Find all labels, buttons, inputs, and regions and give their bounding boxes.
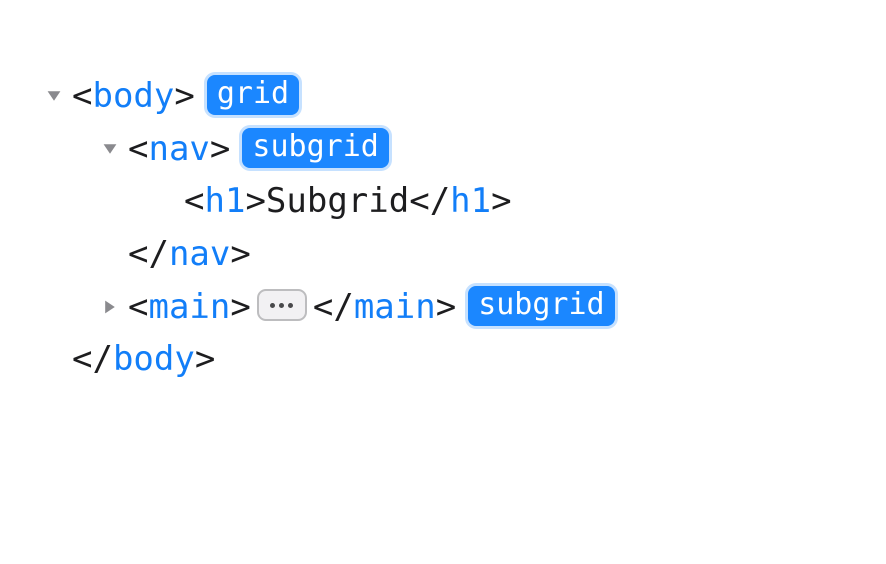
angle-bracket: </ [72, 333, 113, 386]
angle-bracket: > [245, 175, 265, 228]
tree-row-nav-open[interactable]: <nav> subgrid [42, 123, 886, 176]
layout-badge-subgrid[interactable]: subgrid [468, 286, 614, 326]
angle-bracket: > [491, 175, 511, 228]
tag-name: main [354, 281, 436, 334]
disclosure-triangle-down-icon[interactable] [98, 141, 122, 157]
angle-bracket: </ [409, 175, 450, 228]
tag-name: h1 [204, 175, 245, 228]
dom-tree: <body> grid <nav> subgrid <h1>Subgrid</h… [0, 0, 886, 386]
angle-bracket: < [128, 123, 148, 176]
disclosure-triangle-down-icon[interactable] [42, 88, 66, 104]
layout-badge-grid[interactable]: grid [207, 75, 299, 115]
tree-row-body-close[interactable]: </body> [42, 333, 886, 386]
ellipsis-icon[interactable] [257, 289, 307, 321]
tree-row-h1[interactable]: <h1>Subgrid</h1> [42, 175, 886, 228]
tag-name: body [92, 70, 174, 123]
angle-bracket: > [174, 70, 194, 123]
angle-bracket: > [195, 333, 215, 386]
angle-bracket: < [72, 70, 92, 123]
tag-name: h1 [450, 175, 491, 228]
angle-bracket: > [210, 123, 230, 176]
tree-row-main[interactable]: <main> </main> subgrid [42, 281, 886, 334]
layout-badge-subgrid[interactable]: subgrid [242, 128, 388, 168]
tree-row-nav-close[interactable]: </nav> [42, 228, 886, 281]
angle-bracket: > [436, 281, 456, 334]
angle-bracket: > [230, 281, 250, 334]
tag-name: body [113, 333, 195, 386]
angle-bracket: < [128, 281, 148, 334]
tag-name: main [148, 281, 230, 334]
angle-bracket: > [230, 228, 250, 281]
tag-name: nav [169, 228, 230, 281]
angle-bracket: < [184, 175, 204, 228]
angle-bracket: </ [313, 281, 354, 334]
tree-row-body-open[interactable]: <body> grid [42, 70, 886, 123]
tag-name: nav [148, 123, 209, 176]
disclosure-triangle-right-icon[interactable] [98, 299, 122, 315]
angle-bracket: </ [128, 228, 169, 281]
text-node: Subgrid [266, 175, 409, 228]
